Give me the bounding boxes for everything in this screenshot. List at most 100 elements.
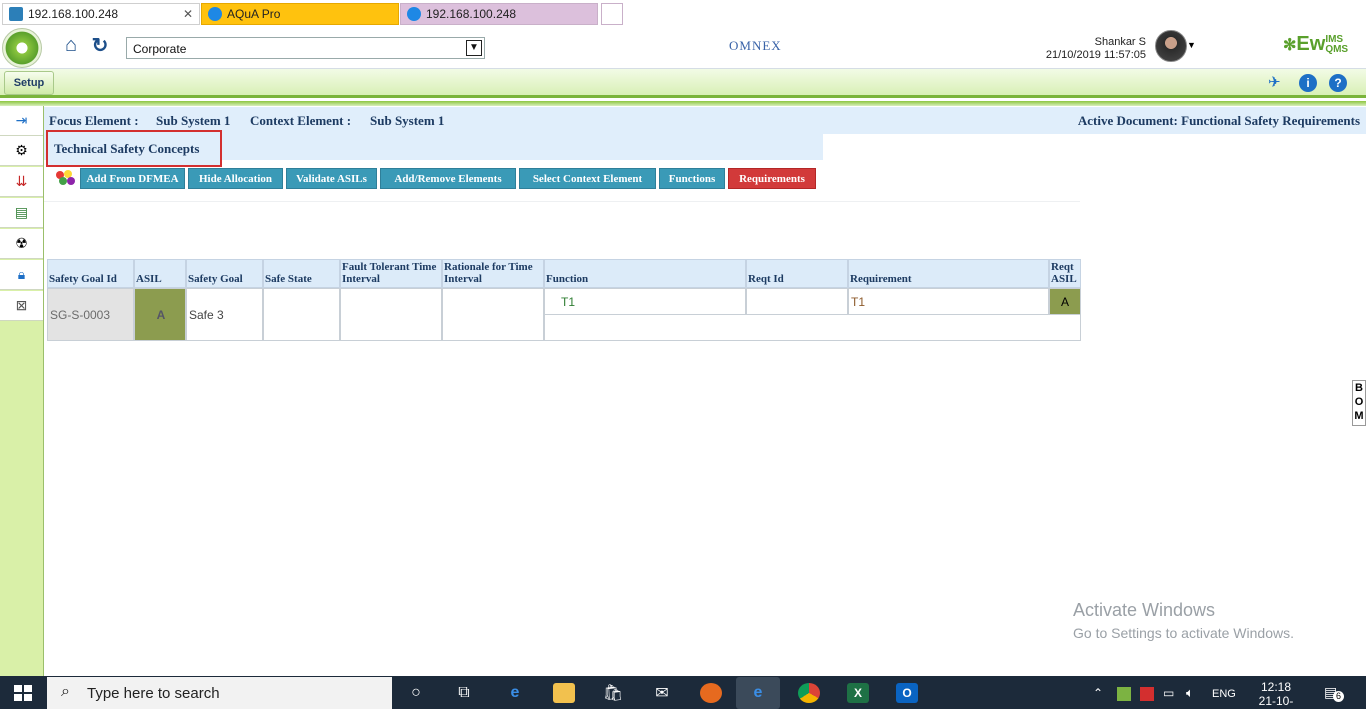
active-document: Active Document: Functional Safety Requi…	[1077, 113, 1360, 128]
cell-asil[interactable]: A	[134, 288, 186, 341]
bom-letter: M	[1354, 410, 1364, 422]
focus-value: Sub System 1	[156, 113, 231, 128]
divider	[0, 101, 1366, 106]
clock-date: 21-10-2019	[1258, 694, 1294, 722]
chrome-icon[interactable]	[798, 683, 820, 703]
col-header-requirement: Requirement	[848, 259, 1049, 288]
tray-app-icon[interactable]	[1140, 687, 1154, 701]
col-header-safe-state: Safe State	[263, 259, 340, 288]
product-sub: QMS	[1325, 43, 1349, 55]
search-placeholder: Type here to search	[87, 684, 220, 702]
close-tab-icon[interactable]: ✕	[183, 7, 193, 21]
col-header-safety-goal-id: Safety Goal Id	[47, 259, 134, 288]
browser-tab-1[interactable]: 192.168.100.248 ✕	[2, 3, 200, 25]
activation-watermark-title: Activate Windows	[1073, 600, 1216, 620]
taskbar-search[interactable]: ⌕ Type here to search	[47, 677, 392, 709]
col-header-rationale: Rationale for Time Interval	[442, 259, 544, 288]
list-icon[interactable]: ▤	[0, 198, 43, 228]
functions-button[interactable]: Functions	[659, 168, 725, 189]
context-value: Sub System 1	[370, 113, 445, 128]
cell-function[interactable]: T1	[544, 288, 746, 315]
col-header-asil: ASIL	[134, 259, 186, 288]
user-name: Shankar S	[1094, 36, 1146, 48]
divider	[44, 201, 1080, 202]
omnex-logo: OMNEX	[729, 38, 782, 53]
caret-down-icon[interactable]: ▼	[1187, 40, 1196, 50]
file-explorer-icon[interactable]	[553, 683, 575, 703]
select-context-element-button[interactable]: Select Context Element	[519, 168, 656, 189]
requirements-button[interactable]: Requirements	[728, 168, 816, 189]
language-indicator[interactable]: ENG	[1212, 688, 1236, 700]
notification-icon[interactable]: ▤ 6	[1324, 684, 1344, 702]
bom-side-tab[interactable]: B O M	[1352, 380, 1366, 426]
organization-select[interactable]: Corporate ▼	[126, 37, 485, 59]
cell-ftti[interactable]	[340, 288, 442, 341]
browser-tab-label: 192.168.100.248	[426, 7, 517, 21]
context-label: Context Element :	[250, 113, 352, 128]
col-header-reqt-id: Reqt Id	[746, 259, 848, 288]
lock-icon[interactable]: 🔒︎	[0, 260, 43, 290]
cell-safety-goal[interactable]: Safe 3	[186, 288, 263, 341]
app-logo[interactable]	[2, 28, 42, 68]
validate-asils-button[interactable]: Validate ASILs	[286, 168, 377, 189]
focus-label: Focus Element :	[49, 113, 139, 128]
refresh-icon[interactable]: ↻	[87, 33, 113, 57]
login-datetime: 21/10/2019 11:57:05	[1045, 49, 1146, 61]
pin-icon[interactable]: ✈	[1268, 73, 1281, 91]
ie-icon	[208, 7, 222, 21]
network-icon[interactable]: ▭	[1163, 686, 1174, 700]
setup-bar	[0, 69, 1366, 98]
cell-rationale[interactable]	[442, 288, 544, 341]
firefox-icon[interactable]	[700, 683, 722, 703]
col-header-function: Function	[544, 259, 746, 288]
palette-icon[interactable]	[53, 168, 77, 188]
double-chevron-down-icon[interactable]: ⇊	[0, 167, 43, 197]
chevron-down-icon: ▼	[466, 40, 482, 56]
search-icon: ⌕	[61, 683, 70, 700]
chevron-up-icon[interactable]: ⌃	[1093, 686, 1103, 700]
taskbar-clock[interactable]: 12:18 21-10-2019	[1250, 680, 1302, 722]
add-remove-elements-button[interactable]: Add/Remove Elements	[380, 168, 516, 189]
help-icon[interactable]: ?	[1329, 74, 1347, 92]
info-icon[interactable]: i	[1299, 74, 1317, 92]
browser-tab-label: AQuA Pro	[227, 7, 281, 21]
notification-count: 6	[1333, 691, 1344, 702]
cell-safety-goal-id[interactable]: SG-S-0003	[47, 288, 134, 341]
col-header-safety-goal: Safety Goal	[186, 259, 263, 288]
browser-tab-3[interactable]: 192.168.100.248	[400, 3, 598, 25]
new-tab-button[interactable]	[601, 3, 623, 25]
activation-watermark-text: Go to Settings to activate Windows.	[1073, 625, 1294, 641]
outlook-icon[interactable]: O	[896, 683, 918, 703]
cell-requirement[interactable]: T1	[848, 288, 1049, 315]
home-icon[interactable]: ⌂	[58, 33, 84, 57]
task-view-icon[interactable]: ⧉	[453, 683, 475, 703]
hide-allocation-button[interactable]: Hide Allocation	[188, 168, 283, 189]
cortana-icon[interactable]: ○	[405, 683, 427, 703]
add-from-dfmea-button[interactable]: Add From DFMEA	[80, 168, 185, 189]
browser-tab-2[interactable]: AQuA Pro	[201, 3, 399, 25]
panel-title: Technical Safety Concepts	[46, 130, 222, 167]
store-icon[interactable]: 🛍︎	[602, 683, 624, 703]
padlock-icon[interactable]: ⊠	[0, 291, 43, 321]
browser-tab-label: 192.168.100.248	[28, 7, 119, 21]
leaf-icon: ✻	[1283, 37, 1297, 54]
gear-icon[interactable]: ⚙	[0, 136, 43, 166]
mail-icon[interactable]: ✉	[651, 683, 673, 703]
tray-app-icon[interactable]	[1117, 687, 1131, 701]
ie-taskbar-icon[interactable]: e	[736, 677, 780, 709]
organization-value: Corporate	[133, 42, 187, 56]
site-icon	[9, 7, 23, 21]
cell-reqt-id[interactable]	[746, 288, 848, 315]
cell-reqt-asil[interactable]: A	[1049, 288, 1081, 315]
ewqims-logo: ✻Ew IMS QMS	[1283, 33, 1348, 56]
volume-icon[interactable]: 🔈︎	[1186, 685, 1194, 701]
excel-icon[interactable]: X	[847, 683, 869, 703]
cell-safe-state[interactable]	[263, 288, 340, 341]
avatar[interactable]	[1155, 30, 1187, 62]
expand-icon[interactable]: ⇥	[0, 106, 43, 136]
radiation-icon[interactable]: ☢	[0, 229, 43, 259]
col-header-ftti: Fault Tolerant Time Interval	[340, 259, 442, 288]
edge-icon[interactable]: e	[504, 683, 526, 703]
windows-start-icon[interactable]	[13, 684, 33, 702]
setup-button[interactable]: Setup	[4, 71, 54, 95]
